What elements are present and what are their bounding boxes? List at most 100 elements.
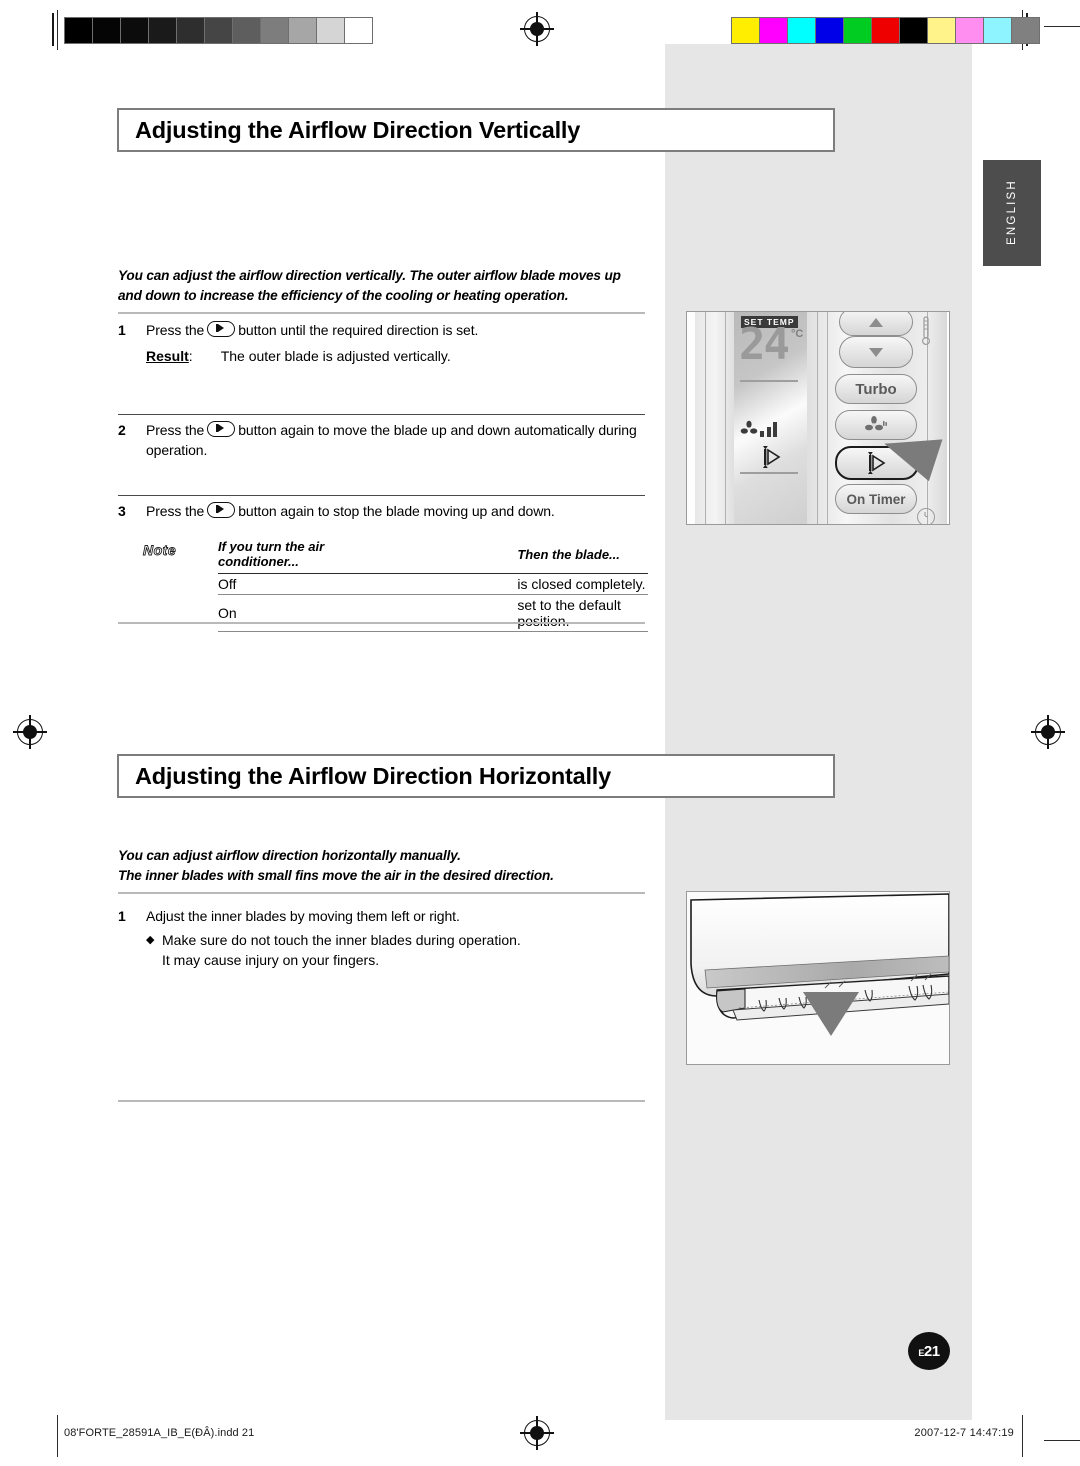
crop-mark-bottom-left: [57, 1415, 58, 1457]
blade-button-icon: [207, 421, 236, 437]
crop-mark-right-lower: [1044, 1440, 1080, 1441]
page-number: 21: [923, 1342, 940, 1360]
turbo-button[interactable]: Turbo: [835, 374, 917, 404]
crop-mark-top-left: [57, 10, 58, 50]
table-row: On set to the default position.: [218, 594, 648, 632]
calibration-swatch: [844, 18, 871, 43]
calibration-swatch: [121, 18, 148, 43]
step-number: 3: [118, 503, 126, 519]
crop-mark-bottom-right: [1022, 1415, 1023, 1457]
fan-speed-bars: [760, 422, 777, 437]
calibration-swatch: [205, 18, 232, 43]
calibration-swatch: [65, 18, 92, 43]
lcd-divider: [740, 380, 798, 382]
temperature-down-button[interactable]: [839, 336, 913, 368]
step-text-before: Press the: [146, 422, 205, 438]
column-header-result: Then the blade...: [373, 538, 648, 574]
step-1-vertical: 1 Press the button until the required dir…: [118, 320, 658, 340]
side-gray-panel: [665, 44, 972, 1420]
footer-timestamp: 2007-12-7 14:47:19: [914, 1427, 1014, 1439]
calibration-swatch: [93, 18, 120, 43]
note-table: If you turn the air conditioner... Then …: [218, 538, 648, 632]
intro-line-1: You can adjust airflow direction horizon…: [118, 848, 461, 863]
calibration-swatch: [345, 18, 372, 43]
registration-target-icon: [1031, 715, 1065, 749]
grayscale-calibration-bar: [64, 17, 373, 44]
cell-condition: Off: [218, 573, 374, 595]
blade-button-icon: [207, 502, 236, 518]
calibration-swatch: [1012, 18, 1039, 43]
language-tab-english: ENGLISH: [983, 160, 1041, 266]
remote-edge-line: [725, 312, 727, 524]
step-text-after: button until the required direction is s…: [238, 322, 479, 338]
step-text: Adjust the inner blades by moving them l…: [146, 908, 460, 924]
crop-mark-right-upper: [1044, 26, 1080, 27]
timer-clock-icon: [917, 508, 935, 524]
calibration-swatch: [760, 18, 787, 43]
calibration-swatch: [872, 18, 899, 43]
divider: [118, 892, 645, 894]
registration-target-icon: [520, 12, 554, 46]
indoor-unit-drawing: [690, 893, 949, 1021]
divider: [118, 414, 645, 416]
blade-direction-indicator-icon: [762, 446, 782, 468]
remote-edge-line: [827, 312, 829, 524]
on-timer-button[interactable]: On Timer: [835, 484, 917, 514]
language-tab-label: ENGLISH: [1006, 179, 1018, 245]
result-colon: :: [188, 348, 193, 364]
lcd-divider: [740, 472, 798, 474]
table-row: Off is closed completely.: [218, 573, 648, 595]
temperature-value: 24: [739, 319, 790, 370]
calibration-swatch: [233, 18, 260, 43]
step-number: 1: [118, 908, 126, 924]
bullet-line-2: It may cause injury on your fingers.: [162, 952, 380, 968]
callout-arrow-unit: [803, 992, 859, 1036]
step-2-vertical: 2 Press the button again to move the blad…: [118, 420, 658, 460]
calibration-swatch: [732, 18, 759, 43]
divider: [118, 495, 645, 497]
step-text-after: button again to stop the blade moving up…: [238, 503, 555, 519]
crop-tick-left: [52, 13, 54, 46]
indoor-unit-figure: [686, 891, 950, 1065]
fan-speed-icon: [740, 420, 758, 438]
section-intro-vertical: You can adjust the airflow direction ver…: [118, 268, 621, 303]
remote-lcd-display: SET TEMP 24 °C: [734, 312, 807, 524]
calibration-swatch: [900, 18, 927, 43]
registration-target-icon: [13, 715, 47, 749]
color-calibration-bar: [731, 17, 1040, 44]
step-number: 2: [118, 422, 126, 438]
calibration-swatch: [984, 18, 1011, 43]
divider: [118, 1100, 645, 1102]
divider: [118, 622, 645, 624]
fan-icon: [865, 416, 887, 431]
calibration-swatch: [788, 18, 815, 43]
divider: [118, 312, 645, 314]
calibration-swatch: [177, 18, 204, 43]
step-text-before: Press the: [146, 322, 205, 338]
registration-target-icon: [520, 1416, 554, 1450]
cell-condition: On: [218, 594, 374, 632]
step-1-horizontal: 1 Adjust the inner blades by moving them…: [118, 906, 658, 926]
section-heading-horizontal-label: Adjusting the Airflow Direction Horizont…: [135, 762, 612, 789]
remote-edge-line: [705, 312, 707, 524]
section-intro-horizontal: You can adjust airflow direction horizon…: [118, 846, 648, 885]
calibration-swatch: [149, 18, 176, 43]
temperature-up-button[interactable]: [839, 312, 913, 336]
blade-button-icon: [207, 321, 236, 337]
section-heading-vertical: Adjusting the Airflow Direction Vertical…: [117, 108, 835, 152]
section-heading-vertical-label: Adjusting the Airflow Direction Vertical…: [135, 116, 581, 143]
thermometer-icon: [921, 316, 931, 346]
remote-edge-line: [817, 312, 819, 524]
temperature-unit: °C: [791, 328, 804, 340]
result-text: The outer blade is adjusted vertically.: [220, 348, 451, 364]
step-text-before: Press the: [146, 503, 205, 519]
calibration-swatch: [928, 18, 955, 43]
calibration-swatch: [289, 18, 316, 43]
warning-bullet: ◆ Make sure do not touch the inner blade…: [146, 930, 521, 970]
calibration-swatch: [816, 18, 843, 43]
result-label: Result: [146, 348, 189, 364]
calibration-swatch: [261, 18, 288, 43]
column-header-condition: If you turn the air conditioner...: [218, 538, 374, 574]
table-header-row: If you turn the air conditioner... Then …: [218, 538, 648, 574]
calibration-swatch: [317, 18, 344, 43]
